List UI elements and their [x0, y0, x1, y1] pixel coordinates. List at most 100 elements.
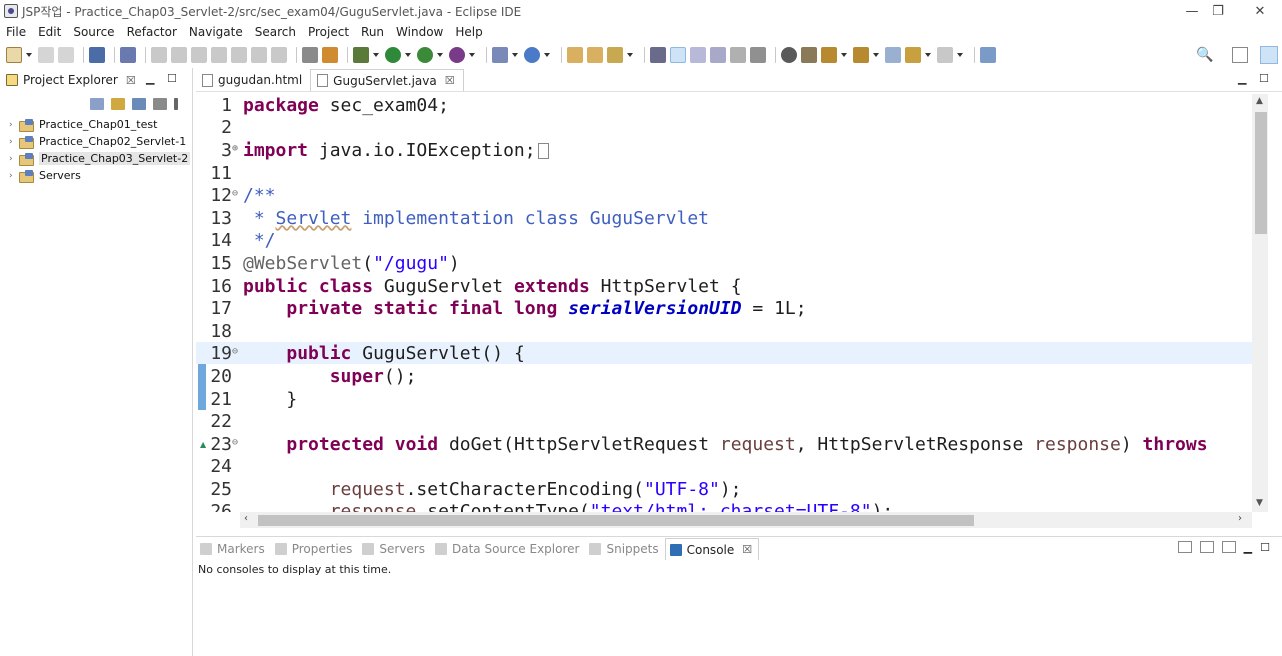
open-type-icon[interactable]	[567, 47, 583, 63]
forward-dropdown-icon[interactable]	[957, 47, 963, 63]
run-server-icon[interactable]	[417, 47, 433, 63]
coverage-icon[interactable]	[449, 47, 465, 63]
menu-help[interactable]: Help	[455, 25, 482, 39]
forward-icon[interactable]	[937, 47, 953, 63]
resume-icon[interactable]	[151, 47, 167, 63]
next-annotation-dropdown-icon[interactable]	[841, 47, 847, 63]
save-all-icon[interactable]	[58, 47, 74, 63]
pin-console-icon[interactable]	[1177, 541, 1192, 553]
tab-markers[interactable]: Markers	[196, 538, 271, 560]
open-folder-icon[interactable]	[587, 47, 603, 63]
menu-window[interactable]: Window	[396, 25, 443, 39]
toggle-mark-icon[interactable]	[650, 47, 666, 63]
java-ee-perspective-icon[interactable]	[1260, 46, 1278, 64]
debug-icon[interactable]	[353, 47, 369, 63]
scroll-left-icon[interactable]: ‹	[244, 513, 248, 524]
view-menu-icon[interactable]	[174, 98, 178, 110]
tab-snippets[interactable]: Snippets	[585, 538, 664, 560]
minimize-icon[interactable]: ▁	[1238, 72, 1246, 85]
skip-breakpoints-icon[interactable]	[120, 47, 136, 63]
filter-icon[interactable]	[132, 98, 146, 110]
web-browser-icon[interactable]	[781, 47, 797, 63]
editor-vertical-scrollbar[interactable]: ▲ ▼	[1252, 94, 1268, 512]
suspend-icon[interactable]	[171, 47, 187, 63]
collapse-fold-icon[interactable]: ⊖	[232, 346, 238, 357]
tab-console[interactable]: Console ☒	[664, 538, 760, 560]
last-edit-icon[interactable]	[885, 47, 901, 63]
back-dropdown-icon[interactable]	[925, 47, 931, 63]
step-into-icon[interactable]	[231, 47, 247, 63]
terminal-icon[interactable]	[89, 47, 105, 63]
new-icon[interactable]	[6, 47, 22, 63]
menu-navigate[interactable]: Navigate	[189, 25, 243, 39]
highlight-icon[interactable]	[670, 47, 686, 63]
pin-editor-icon[interactable]	[801, 47, 817, 63]
expand-fold-icon[interactable]: ⊕	[232, 143, 238, 154]
scrollbar-thumb[interactable]	[1255, 112, 1267, 234]
menu-refactor[interactable]: Refactor	[127, 25, 177, 39]
pin-icon[interactable]	[980, 47, 996, 63]
minimize-icon[interactable]: ▁	[1244, 541, 1252, 554]
new-class-icon[interactable]	[524, 47, 540, 63]
debug-dropdown-icon[interactable]	[373, 47, 379, 63]
search-tool-icon[interactable]	[607, 47, 623, 63]
minimize-icon[interactable]: ▁	[146, 72, 154, 85]
tree-item-selected[interactable]: › Practice_Chap03_Servlet-2	[0, 150, 192, 167]
editor-tab-gugudan[interactable]: gugudan.html	[196, 69, 310, 91]
search-dropdown-icon[interactable]	[627, 47, 633, 63]
scroll-down-icon[interactable]: ▼	[1256, 498, 1263, 508]
tree-item[interactable]: › Practice_Chap02_Servlet-1	[0, 133, 192, 150]
coverage-dropdown-icon[interactable]	[469, 47, 475, 63]
close-icon[interactable]: ☒	[445, 74, 455, 87]
focus-icon[interactable]	[153, 98, 167, 110]
terminate-icon[interactable]	[191, 47, 207, 63]
menu-search[interactable]: Search	[255, 25, 296, 39]
maximize-icon[interactable]: ☐	[1260, 541, 1270, 554]
open-perspective-icon[interactable]	[1232, 47, 1248, 63]
use-step-filters-icon[interactable]	[302, 47, 318, 63]
code-editor[interactable]: ▲ 1 package sec_exam04; 2 3 ⊕ import jav…	[196, 94, 1252, 512]
tab-properties[interactable]: Properties	[271, 538, 359, 560]
close-window-button[interactable]: ✕	[1238, 0, 1282, 22]
disconnect-icon[interactable]	[211, 47, 227, 63]
expand-arrow-icon[interactable]: ›	[9, 154, 19, 164]
expand-arrow-icon[interactable]: ›	[9, 137, 19, 147]
tab-servers[interactable]: Servers	[358, 538, 431, 560]
expand-arrow-icon[interactable]: ›	[9, 171, 19, 181]
run-icon[interactable]	[385, 47, 401, 63]
search-icon[interactable]: 🔍	[1196, 47, 1213, 63]
menu-source[interactable]: Source	[73, 25, 114, 39]
new-class-dropdown-icon[interactable]	[544, 47, 550, 63]
previous-annotation-dropdown-icon[interactable]	[873, 47, 879, 63]
tree-item[interactable]: › Servers	[0, 167, 192, 184]
block-select-icon[interactable]	[710, 47, 726, 63]
menu-edit[interactable]: Edit	[38, 25, 61, 39]
tab-data-source-explorer[interactable]: Data Source Explorer	[431, 538, 585, 560]
step-over-icon[interactable]	[251, 47, 267, 63]
open-task-icon[interactable]	[322, 47, 338, 63]
step-return-icon[interactable]	[271, 47, 287, 63]
previous-annotation-icon[interactable]	[853, 47, 869, 63]
menu-run[interactable]: Run	[361, 25, 384, 39]
editor-horizontal-scrollbar[interactable]: ‹ ›	[240, 512, 1252, 528]
collapse-fold-icon[interactable]: ⊖	[232, 188, 238, 199]
scroll-up-icon[interactable]: ▲	[1256, 96, 1263, 106]
new-server-icon[interactable]	[492, 47, 508, 63]
run-server-dropdown-icon[interactable]	[437, 47, 443, 63]
link-with-editor-icon[interactable]	[111, 98, 125, 110]
collapse-all-icon[interactable]	[90, 98, 104, 110]
close-icon[interactable]: ☒	[126, 74, 136, 87]
next-annotation-icon[interactable]	[821, 47, 837, 63]
save-icon[interactable]	[38, 47, 54, 63]
run-dropdown-icon[interactable]	[405, 47, 411, 63]
open-console-icon[interactable]	[1221, 541, 1236, 553]
display-console-icon[interactable]	[1199, 541, 1214, 553]
maximize-icon[interactable]: ☐	[167, 72, 177, 85]
maximize-icon[interactable]: ☐	[1259, 72, 1269, 85]
tree-item[interactable]: › Practice_Chap01_test	[0, 116, 192, 133]
scroll-right-icon[interactable]: ›	[1238, 513, 1242, 524]
editor-tab-guguservlet[interactable]: GuguServlet.java ☒	[310, 69, 464, 91]
scrollbar-thumb[interactable]	[258, 515, 974, 526]
show-whitespace-icon[interactable]	[730, 47, 746, 63]
new-server-dropdown-icon[interactable]	[512, 47, 518, 63]
